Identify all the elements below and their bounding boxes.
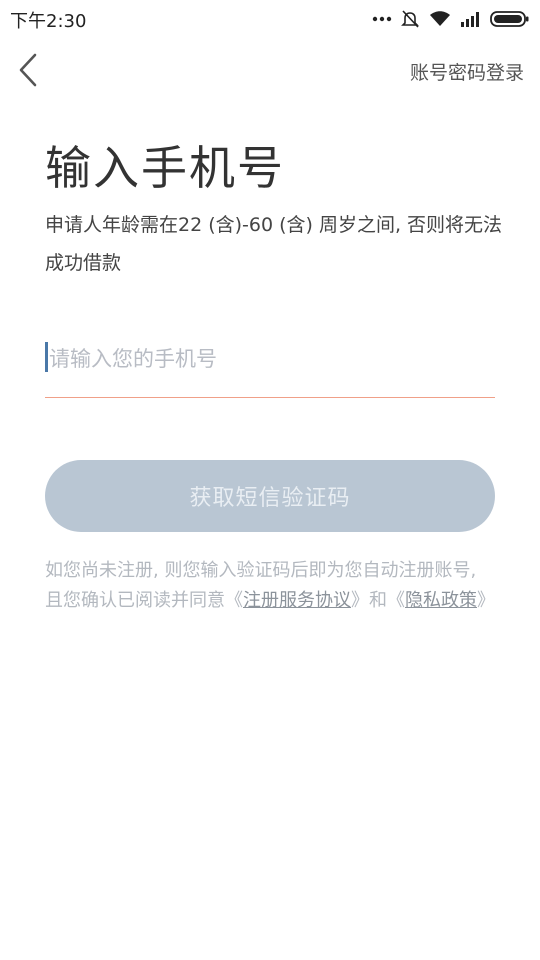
age-requirement-text: 申请人年龄需在22 (含)-60 (含) 周岁之间, 否则将无法成功借款 [45, 214, 503, 274]
service-agreement-link[interactable]: 注册服务协议 [243, 590, 351, 611]
get-sms-code-button[interactable]: 获取短信验证码 [45, 460, 495, 532]
notice-middle: 》和《 [351, 590, 405, 611]
phone-field [45, 338, 499, 398]
battery-icon [490, 11, 529, 27]
account-password-login-link[interactable]: 账号密码登录 [410, 58, 524, 85]
more-dots-icon [372, 16, 392, 22]
page-title: 输入手机号 [45, 141, 285, 195]
status-icons [372, 8, 530, 30]
status-bar: 下午2:30 [0, 0, 540, 36]
signal-icon [461, 12, 479, 27]
wifi-icon [430, 11, 450, 26]
status-time: 下午2:30 [10, 11, 87, 32]
back-button[interactable] [10, 50, 46, 90]
registration-notice: 如您尚未注册, 则您输入验证码后即为您自动注册账号, 且您确认已阅读并同意《注册… [45, 556, 497, 616]
notice-suffix: 》 [477, 590, 495, 611]
privacy-policy-link[interactable]: 隐私政策 [405, 590, 477, 611]
phone-input[interactable] [45, 338, 499, 380]
mute-bell-icon [401, 10, 419, 28]
chevron-left-icon [19, 53, 37, 87]
